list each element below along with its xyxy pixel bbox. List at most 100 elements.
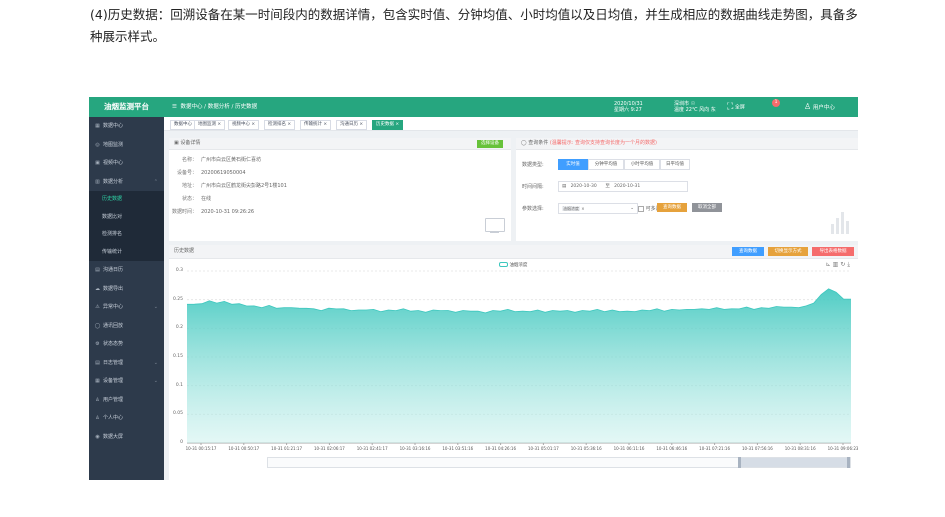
sidebar-item-bottom-3[interactable]: ◯ 通讯回放 — [89, 317, 164, 336]
sidebar-item-sub-0[interactable]: 历史数据 — [89, 191, 164, 209]
history-chart[interactable] — [169, 245, 858, 480]
tab-3[interactable]: 检测排名 × — [264, 120, 296, 130]
data-type-option-2[interactable]: 小时平均值 — [624, 159, 660, 170]
datetime-display: 2020/10/31 星期六 9:27 — [614, 101, 643, 113]
app-window: 油烟监测平台 ▦ 数据中心 ◎ 地图监测 ▣ 视频中心 ▥ 数据分析 ⌃ 历史数据 数据比对 检测排… — [89, 97, 858, 480]
tab-0[interactable]: 数据中心 — [170, 120, 196, 130]
sidebar-item-bottom-1[interactable]: ☁ 数据导出 — [89, 280, 164, 299]
sidebar-submenu: 历史数据数据比对检测排名传输统计 — [89, 191, 164, 261]
history-panel: 历史数据 查询数据 切换显示方式 导出表格数据 ⊾▥↻⤓ 油烟浓度 0.3 0.2… — [169, 245, 858, 480]
param-label: 参数选择: — [522, 206, 544, 212]
fullscreen-icon: ⛶ — [727, 102, 734, 112]
sidebar-item-sub-1[interactable]: 数据比对 — [89, 209, 164, 227]
query-panel: ◯ 查询条件 (温馨提示: 查询仅支持查询长度为一个月的数据) 数据类型: 实时… — [516, 138, 858, 241]
breadcrumb: ☰ 数据中心 / 数据分析 / 历史数据 — [172, 104, 258, 110]
data-type-option-0[interactable]: 实时值 — [558, 159, 588, 170]
user-center-button[interactable]: ♙ 用户中心 — [804, 102, 835, 113]
series-area — [187, 288, 851, 443]
device-info-label: 状态： — [181, 196, 197, 202]
device-info-label: 地址： — [181, 183, 197, 189]
device-icon: ▣ — [174, 140, 179, 146]
reset-all-button[interactable]: 取消全部 — [692, 203, 722, 212]
data-type-option-1[interactable]: 分钟平均值 — [588, 159, 624, 170]
sidebar-item-label: 异常中心 — [103, 304, 124, 310]
query-panel-header: ◯ 查询条件 (温馨提示: 查询仅支持查询长度为一个月的数据) — [516, 138, 858, 150]
tab-5[interactable]: 沟通日历 × — [336, 120, 368, 130]
date-range-input[interactable]: ▤ 2020-10-30 至 2020-10-31 — [558, 181, 688, 192]
data-type-option-3[interactable]: 日平均值 — [660, 159, 690, 170]
menu-toggle-icon[interactable]: ☰ — [172, 104, 177, 110]
query-data-button[interactable]: 查询数据 — [657, 203, 687, 212]
sidebar-item-bottom-4[interactable]: ⚙ 状态态势 — [89, 335, 164, 354]
checkbox[interactable] — [638, 205, 644, 212]
device-info-label: 数据时间： — [171, 209, 197, 215]
device-info-row: 地址： 广州市白云区鹤龙街尖彭路2号1楼101 — [169, 182, 287, 189]
sidebar-item-top-2[interactable]: ▣ 视频中心 — [89, 154, 164, 173]
sidebar-item-label: 通讯回放 — [103, 322, 124, 329]
sidebar-item-top-3[interactable]: ▥ 数据分析 ⌃ — [89, 173, 164, 192]
sidebar-item-top-0[interactable]: ▦ 数据中心 — [89, 117, 164, 136]
device-info-value: 广州市白云区鹤龙街尖彭路2号1楼101 — [201, 183, 287, 189]
fullscreen-button[interactable]: ⛶ 全屏 — [727, 102, 745, 113]
sidebar-item-label: 数据分析 — [103, 178, 124, 185]
device-info-row: 名称： 广州市白云区黄石街仁喜坊 — [169, 156, 261, 163]
bar-chart-decor-icon — [831, 210, 853, 234]
monitor-stand-icon — [490, 232, 499, 233]
sidebar-item-label: 数据比对 — [102, 213, 123, 220]
sidebar-item-bottom-9[interactable]: ◉ 数据大屏 — [89, 428, 164, 447]
tab-bar: 数据中心 地图监测 × 视频中心 × 检测排名 × 传输统计 × 沟通日历 × 历史数据 × — [164, 117, 858, 131]
query-icon: ◯ — [521, 140, 527, 146]
date-separator: 至 — [605, 184, 610, 189]
time-range-label: 时间间隔: — [522, 184, 544, 190]
sidebar-icon: ▤ — [95, 359, 100, 366]
sidebar-icon: ◯ — [94, 322, 101, 329]
weather-display: 深圳市 ☉ 温度 22℃ 风向 东 — [674, 101, 716, 113]
device-info-label: 设备号： — [176, 170, 197, 176]
sidebar-icon: ▦ — [95, 378, 100, 384]
sidebar-icon: ▣ — [95, 160, 100, 166]
sidebar-item-label: 传输统计 — [102, 248, 123, 255]
tab-1[interactable]: 地图监测 × — [194, 120, 226, 130]
notification-badge[interactable]: 1 — [772, 99, 780, 107]
device-info-value: 在线 — [201, 196, 212, 202]
tab-2[interactable]: 视频中心 × — [228, 120, 260, 130]
zoom-handle-right[interactable] — [847, 457, 850, 468]
sidebar-item-label: 沟通日历 — [103, 267, 124, 273]
sidebar-item-label: 地图监测 — [103, 141, 124, 148]
sidebar-item-bottom-7[interactable]: ♙ 用户管理 — [89, 391, 164, 410]
zoom-handle-left[interactable] — [738, 457, 741, 468]
sidebar-item-bottom-0[interactable]: ▤ 沟通日历 — [89, 261, 164, 280]
sidebar-icon: ♙ — [95, 415, 100, 421]
sidebar-item-label: 状态态势 — [103, 341, 124, 347]
sidebar-item-bottom-6[interactable]: ▦ 设备管理 ⌄ — [89, 372, 164, 391]
device-info-row: 状态： 在线 — [169, 195, 211, 202]
sidebar-icon: ⚙ — [95, 341, 100, 347]
sidebar-item-sub-3[interactable]: 传输统计 — [89, 244, 164, 262]
select-device-button[interactable]: 选择设备 — [477, 140, 503, 148]
sidebar-item-bottom-2[interactable]: ⚠ 异常中心 ⌄ — [89, 298, 164, 317]
tab-4[interactable]: 传输统计 × — [300, 120, 332, 130]
sidebar-icon: ▥ — [95, 178, 100, 185]
zoom-slider-selection[interactable] — [740, 458, 850, 467]
sidebar-item-top-1[interactable]: ◎ 地图监测 — [89, 136, 164, 155]
sidebar-item-label: 个人中心 — [103, 415, 124, 421]
sidebar-item-sub-2[interactable]: 检测排名 — [89, 226, 164, 244]
device-panel-header: ▣ 设备详情 选择设备 — [169, 138, 511, 150]
sidebar-icon: ⚠ — [95, 304, 100, 310]
device-info-label: 名称： — [181, 157, 197, 163]
data-type-label: 数据类型: — [522, 162, 544, 168]
sidebar-icon: ◉ — [95, 433, 100, 440]
sidebar-item-bottom-5[interactable]: ▤ 日志管理 ⌄ — [89, 354, 164, 373]
chevron-icon: ⌃ — [153, 178, 158, 185]
monitor-icon — [485, 218, 505, 232]
tab-6[interactable]: 历史数据 × — [372, 120, 404, 130]
sidebar-item-label: 设备管理 — [103, 378, 124, 384]
param-select[interactable]: 油烟浓度 × ⌄ — [558, 203, 638, 214]
sidebar-item-bottom-8[interactable]: ♙ 个人中心 — [89, 409, 164, 428]
device-info-row: 数据时间： 2020-10-31 09:26:26 — [169, 208, 254, 215]
sidebar-item-label: 数据中心 — [103, 123, 124, 129]
tag-close-icon[interactable]: × — [580, 206, 584, 211]
calendar-icon: ▤ — [562, 184, 567, 189]
chevron-icon: ⌄ — [153, 359, 158, 366]
zoom-slider[interactable] — [267, 457, 851, 468]
